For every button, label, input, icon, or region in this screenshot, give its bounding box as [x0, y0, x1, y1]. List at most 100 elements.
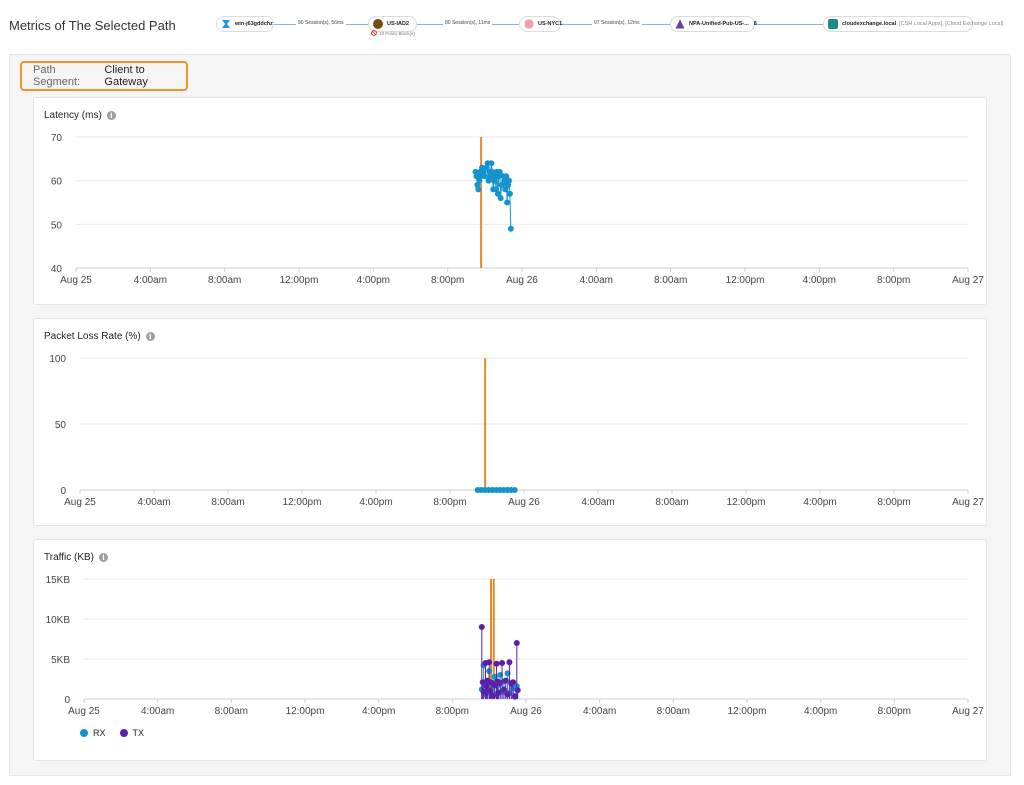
x-tick-label: 4:00pm — [359, 497, 392, 508]
tx-point — [506, 659, 513, 666]
x-tick-label: Aug 26 — [508, 497, 540, 508]
path-segment-selector[interactable]: Path Segment: Client to Gateway — [20, 61, 188, 91]
connection-label[interactable]: 80 Session(s), 11ms — [443, 20, 493, 26]
traffic-chart: 0 5KB 10KB 15KB Aug 25 4:00am 8:00am 12:00pm 4:0… — [46, 575, 985, 717]
y-tick-label: 0 — [64, 695, 70, 706]
latency-card: Latency (ms) i 40 50 60 70 Aug 25 4:00am 8:00a… — [33, 97, 987, 305]
y-tick-label: 0 — [60, 486, 66, 497]
data-point — [507, 225, 514, 232]
x-tick-label: 4:00am — [141, 706, 174, 717]
legend-item-tx[interactable]: TX — [119, 728, 145, 738]
data-point — [505, 177, 512, 184]
x-tick-label: 8:00pm — [877, 275, 910, 286]
node-label: US-NYC1 — [538, 21, 563, 27]
x-tick-label: 4:00pm — [803, 275, 836, 286]
x-tick-label: 4:00pm — [357, 275, 390, 286]
x-tick-label: 12:00pm — [286, 706, 325, 717]
x-tick-label: 4:00am — [137, 497, 170, 508]
path-node-client[interactable]: win-j63gddchz — [216, 16, 274, 32]
x-tick-label: 8:00am — [654, 275, 687, 286]
packet-loss-chart: 0 50 100 Aug 25 4:00am 8:00am 12:00pm 4:00pm 8:0… — [49, 354, 984, 508]
path-segment-value: Client to Gateway — [104, 64, 148, 88]
tx-point — [513, 640, 520, 646]
x-tick-label: Aug 27 — [952, 497, 984, 508]
path-diagram: 90 Session(s), 56ms 80 Session(s), 11ms … — [0, 0, 1024, 50]
legend-label: RX — [93, 728, 106, 738]
data-point — [488, 160, 495, 167]
node-label: win-j63gddchz — [235, 21, 273, 27]
x-tick-label: Aug 27 — [952, 706, 984, 717]
data-point — [475, 186, 482, 193]
path-node-publisher[interactable]: NPA-Unified-Pub-US-... 8 — [670, 16, 757, 32]
x-tick-label: 12:00pm — [283, 497, 322, 508]
x-tick-label: 4:00pm — [804, 706, 837, 717]
x-tick-label: 8:00am — [211, 497, 244, 508]
tx-point — [483, 683, 490, 690]
path-node-app[interactable]: cloudexchange.local [CSH Local Apps], [C… — [823, 16, 1003, 32]
tx-point — [502, 677, 509, 684]
x-tick-label: Aug 25 — [64, 497, 96, 508]
x-tick-label: 8:00am — [215, 706, 248, 717]
x-tick-label: 8:00am — [655, 497, 688, 508]
y-tick-label: 50 — [51, 220, 63, 231]
path-segment-label: Path Segment: — [33, 64, 81, 88]
x-tick-label: 4:00am — [581, 497, 614, 508]
publisher-count: 8 — [753, 21, 757, 27]
tx-point — [500, 686, 507, 693]
connection-label[interactable]: 97 Session(s), 12ms — [592, 20, 642, 26]
gateway-icon — [373, 19, 383, 29]
tx-point — [497, 680, 504, 686]
policy-block-badge[interactable]: 10 Policy Block(s) — [371, 30, 415, 36]
policy-block-label: 10 Policy Block(s) — [379, 30, 415, 36]
x-tick-label: Aug 26 — [510, 706, 542, 717]
x-tick-label: 8:00am — [208, 275, 241, 286]
publisher-icon — [675, 19, 685, 29]
traffic-card: Traffic (KB) i 0 5KB 10KB 15KB Aug 25 4:00am 8… — [33, 539, 987, 761]
x-tick-label: Aug 26 — [506, 275, 538, 286]
packet-loss-card: Packet Loss Rate (%) i 0 50 100 Aug 25 4:00a… — [33, 318, 987, 526]
app-icon — [828, 19, 838, 29]
x-tick-label: 4:00pm — [803, 497, 836, 508]
tx-point — [499, 660, 506, 666]
data-point — [511, 487, 518, 493]
tx-point — [495, 689, 502, 696]
x-tick-label: 12:00pm — [728, 706, 767, 717]
tx-point — [514, 687, 521, 694]
rx-swatch — [80, 729, 88, 737]
tx-point — [480, 688, 487, 695]
tx-swatch — [119, 729, 128, 737]
legend-item-rx[interactable]: RX — [80, 728, 106, 738]
connection-line — [755, 24, 823, 25]
x-tick-label: Aug 25 — [60, 275, 92, 286]
x-tick-label: 12:00pm — [726, 275, 765, 286]
x-tick-label: 8:00pm — [431, 275, 464, 286]
y-tick-label: 60 — [51, 177, 63, 188]
y-tick-label: 10KB — [46, 615, 71, 626]
tx-point — [489, 692, 496, 699]
x-tick-label: 12:00pm — [280, 275, 319, 286]
data-point — [497, 195, 504, 202]
pop-icon — [524, 19, 534, 29]
path-node-pop[interactable]: US-NYC1 — [519, 16, 563, 32]
x-tick-label: Aug 25 — [68, 706, 100, 717]
tx-point — [493, 660, 500, 667]
x-tick-label: 8:00pm — [877, 497, 910, 508]
x-tick-label: 8:00pm — [433, 497, 466, 508]
connection-label[interactable]: 90 Session(s), 56ms — [296, 20, 346, 26]
traffic-legend: RX TX — [80, 728, 158, 738]
x-tick-label: 4:00pm — [362, 706, 395, 717]
tx-point — [504, 691, 511, 698]
latency-chart: 40 50 60 70 Aug 25 4:00am 8:00am 12:00pm 4:00pm 8… — [51, 133, 984, 286]
node-sublabel: [CSH Local Apps], [Cloud Exchange Local] — [899, 21, 1004, 27]
node-label: NPA-Unified-Pub-US-... — [689, 21, 749, 27]
node-label: US-IAD2 — [387, 21, 410, 27]
laptop-icon — [222, 20, 230, 28]
tx-point — [511, 693, 518, 700]
y-tick-label: 70 — [51, 133, 63, 144]
x-tick-label: 8:00pm — [436, 706, 469, 717]
x-tick-label: 4:00am — [583, 706, 616, 717]
y-tick-label: 100 — [49, 354, 66, 365]
y-tick-label: 15KB — [46, 575, 71, 586]
legend-label: TX — [132, 728, 145, 738]
node-label: cloudexchange.local — [842, 21, 897, 27]
